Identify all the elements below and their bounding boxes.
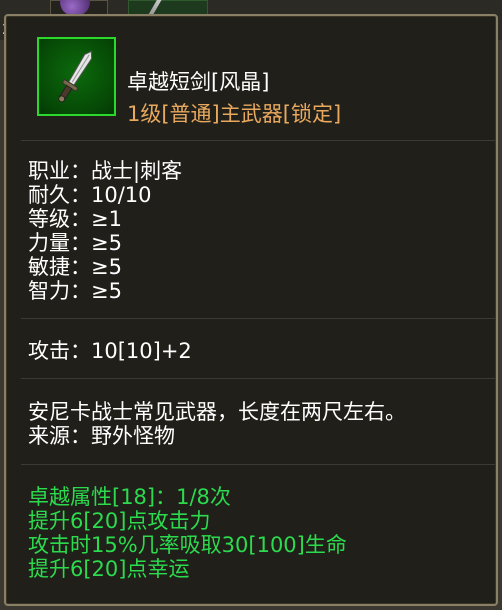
divider	[21, 140, 495, 141]
requirement-label: 敏捷：	[28, 255, 91, 279]
attack-row: 攻击：10[10]+2	[28, 339, 192, 363]
description-line: 安尼卡战士常见武器，长度在两尺左右。	[28, 400, 406, 424]
item-type: 1级[普通]主武器[锁定]	[127, 102, 342, 126]
excellent-attribute: 提升6[20]点攻击力	[28, 509, 211, 533]
divider	[21, 464, 495, 465]
requirement-label: 力量：	[28, 231, 91, 255]
requirement-label: 耐久：	[28, 183, 91, 207]
requirement-row: 耐久：10/10	[28, 183, 152, 207]
requirement-value: ≥5	[91, 255, 122, 279]
requirement-value: 10/10	[91, 183, 152, 207]
requirement-value: 战士|刺客	[91, 159, 183, 183]
requirement-row: 敏捷：≥5	[28, 255, 122, 279]
item-icon-frame	[37, 37, 116, 116]
requirement-value: ≥5	[91, 279, 122, 303]
dagger-icon	[58, 50, 93, 103]
requirement-row: 职业：战士|刺客	[28, 159, 182, 183]
attack-value: 10[10]+2	[91, 339, 192, 363]
source-line: 来源：野外怪物	[28, 424, 175, 448]
requirement-value: ≥5	[91, 231, 122, 255]
requirement-label: 等级：	[28, 207, 91, 231]
excellent-attribute: 提升6[20]点幸运	[28, 557, 190, 581]
requirement-label: 职业：	[28, 159, 91, 183]
requirement-value: ≥1	[91, 207, 122, 231]
requirement-row: 等级：≥1	[28, 207, 122, 231]
item-tooltip: 卓越短剑[风晶] 1级[普通]主武器[锁定] 职业：战士|刺客 耐久：10/10…	[4, 14, 498, 606]
item-name: 卓越短剑[风晶]	[127, 70, 270, 94]
requirement-row: 力量：≥5	[28, 231, 122, 255]
excellent-attribute-header: 卓越属性[18]：1/8次	[28, 485, 231, 509]
divider	[21, 318, 495, 319]
requirement-row: 智力：≥5	[28, 279, 122, 303]
excellent-attribute: 攻击时15%几率吸取30[100]生命	[28, 533, 347, 557]
attack-label: 攻击：	[28, 339, 91, 363]
divider	[21, 378, 495, 379]
requirement-label: 智力：	[28, 279, 91, 303]
